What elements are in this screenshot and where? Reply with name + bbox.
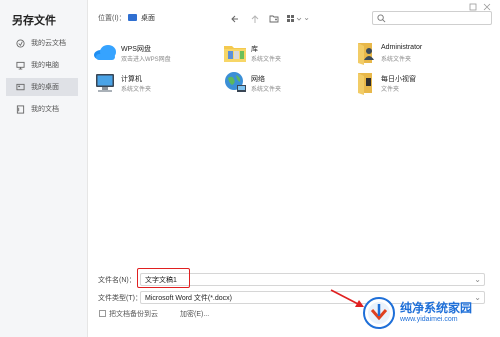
file-name: 库 bbox=[251, 46, 258, 53]
new-folder-icon[interactable] bbox=[268, 13, 280, 25]
desktop-mini-icon bbox=[128, 14, 137, 21]
sidebar-item-label: 我的云文档 bbox=[31, 40, 66, 47]
sidebar-item-cloud-docs[interactable]: 我的云文档 bbox=[6, 34, 78, 52]
backup-checkbox-label[interactable]: 把文档备份到云 bbox=[109, 309, 158, 319]
watermark-url: www.yidaimei.com bbox=[400, 316, 458, 323]
file-name: 每日小视窗 bbox=[381, 76, 416, 83]
chevron-down-icon: ⌄ bbox=[303, 13, 310, 22]
sidebar-item-my-documents[interactable]: 我的文档 bbox=[6, 100, 78, 118]
file-type: 系统文件夹 bbox=[251, 57, 282, 63]
view-mode-icon[interactable] bbox=[285, 13, 303, 25]
watermark-title: 纯净系统家园 bbox=[400, 301, 473, 315]
file-item-administrator[interactable]: Administrator 系统文件夹 bbox=[352, 40, 482, 68]
file-type: 文件夹 bbox=[381, 87, 400, 93]
watermark-logo-icon bbox=[363, 297, 395, 329]
watermark: 纯净系统家园 www.yidaimei.com bbox=[362, 296, 500, 337]
filename-label: 文件名(N)： bbox=[98, 277, 136, 284]
sidebar-item-label: 我的电脑 bbox=[31, 62, 59, 69]
filename-highlight-box bbox=[137, 268, 190, 288]
location-value: 桌面 bbox=[141, 14, 155, 22]
filetype-label: 文件类型(T)： bbox=[98, 295, 142, 302]
search-input[interactable] bbox=[372, 11, 492, 25]
desktop-icon bbox=[14, 82, 26, 92]
filename-input[interactable]: 文字文稿1 ⌄ bbox=[140, 273, 485, 286]
back-arrow-icon[interactable] bbox=[229, 13, 241, 25]
sidebar-item-label: 我的桌面 bbox=[31, 84, 59, 91]
computer-icon bbox=[92, 70, 118, 96]
sidebar: 另存文件 我的云文档 我的电脑 我的桌面 我的文档 bbox=[0, 0, 88, 337]
location-label: 位置(I)： bbox=[98, 15, 126, 22]
dialog-title: 另存文件 bbox=[12, 15, 56, 27]
search-icon bbox=[377, 14, 386, 23]
sidebar-item-my-desktop[interactable]: 我的桌面 bbox=[6, 78, 78, 96]
filetype-value: Microsoft Word 文件(*.docx) bbox=[145, 294, 232, 302]
user-folder-icon bbox=[352, 40, 378, 66]
location-toolbar: 位置(I)： 桌面 ⌄ bbox=[88, 6, 500, 30]
monitor-icon bbox=[14, 60, 26, 70]
file-item-library[interactable]: 库 系统文件夹 bbox=[222, 40, 352, 68]
cloud-doc-icon bbox=[14, 38, 26, 48]
encrypt-link[interactable]: 加密(E)... bbox=[180, 309, 209, 319]
cloud-drive-icon bbox=[92, 40, 118, 66]
library-folder-icon bbox=[222, 40, 248, 66]
file-item-wps-drive[interactable]: WPS网盘 双击进入WPS网盘 bbox=[92, 40, 222, 68]
document-icon bbox=[14, 104, 26, 114]
file-name: 计算机 bbox=[121, 76, 142, 83]
folder-icon bbox=[352, 70, 378, 96]
file-item-network[interactable]: 网络 系统文件夹 bbox=[222, 70, 352, 98]
file-type: 双击进入WPS网盘 bbox=[121, 57, 171, 63]
file-item-computer[interactable]: 计算机 系统文件夹 bbox=[92, 70, 222, 98]
sidebar-item-my-computer[interactable]: 我的电脑 bbox=[6, 56, 78, 74]
file-type: 系统文件夹 bbox=[381, 57, 412, 63]
up-arrow-icon[interactable] bbox=[249, 13, 261, 25]
backup-checkbox[interactable] bbox=[99, 310, 106, 317]
sidebar-item-label: 我的文档 bbox=[31, 106, 59, 113]
file-name: 网络 bbox=[251, 76, 265, 83]
file-item-daily-window[interactable]: 每日小视窗 文件夹 bbox=[352, 70, 482, 98]
file-name: WPS网盘 bbox=[121, 46, 151, 53]
chevron-down-icon[interactable]: ⌄ bbox=[474, 275, 481, 284]
file-type: 系统文件夹 bbox=[251, 87, 282, 93]
file-name: Administrator bbox=[381, 44, 423, 51]
network-icon bbox=[222, 70, 248, 96]
file-type: 系统文件夹 bbox=[121, 87, 152, 93]
